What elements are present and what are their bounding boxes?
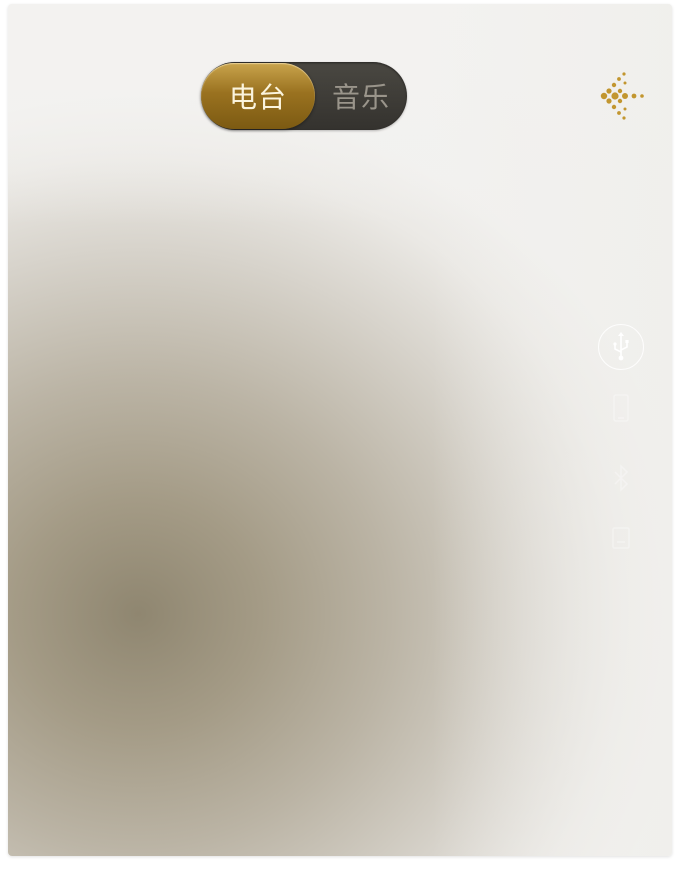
- right-fade-overlay: [432, 4, 672, 856]
- usb-source-button[interactable]: [598, 324, 644, 370]
- usb-icon: [613, 332, 629, 361]
- back-arrow-dots-icon: [600, 72, 644, 120]
- tab-music[interactable]: 音乐: [315, 62, 407, 130]
- mode-segmented-toggle: 电台 音乐: [201, 62, 407, 130]
- tab-radio-label: 电台: [228, 81, 287, 114]
- tab-music-label: 音乐: [331, 81, 390, 114]
- sd-card-icon: [612, 527, 630, 549]
- phone-source-button[interactable]: [607, 392, 635, 424]
- phone-icon: [613, 394, 629, 422]
- tab-radio[interactable]: 电台: [201, 63, 315, 129]
- screen-background: 电台 音乐: [8, 4, 672, 856]
- sd-card-source-button[interactable]: [607, 522, 635, 554]
- bluetooth-source-button[interactable]: [607, 462, 635, 494]
- back-button[interactable]: [598, 68, 650, 124]
- bluetooth-icon: [614, 464, 629, 492]
